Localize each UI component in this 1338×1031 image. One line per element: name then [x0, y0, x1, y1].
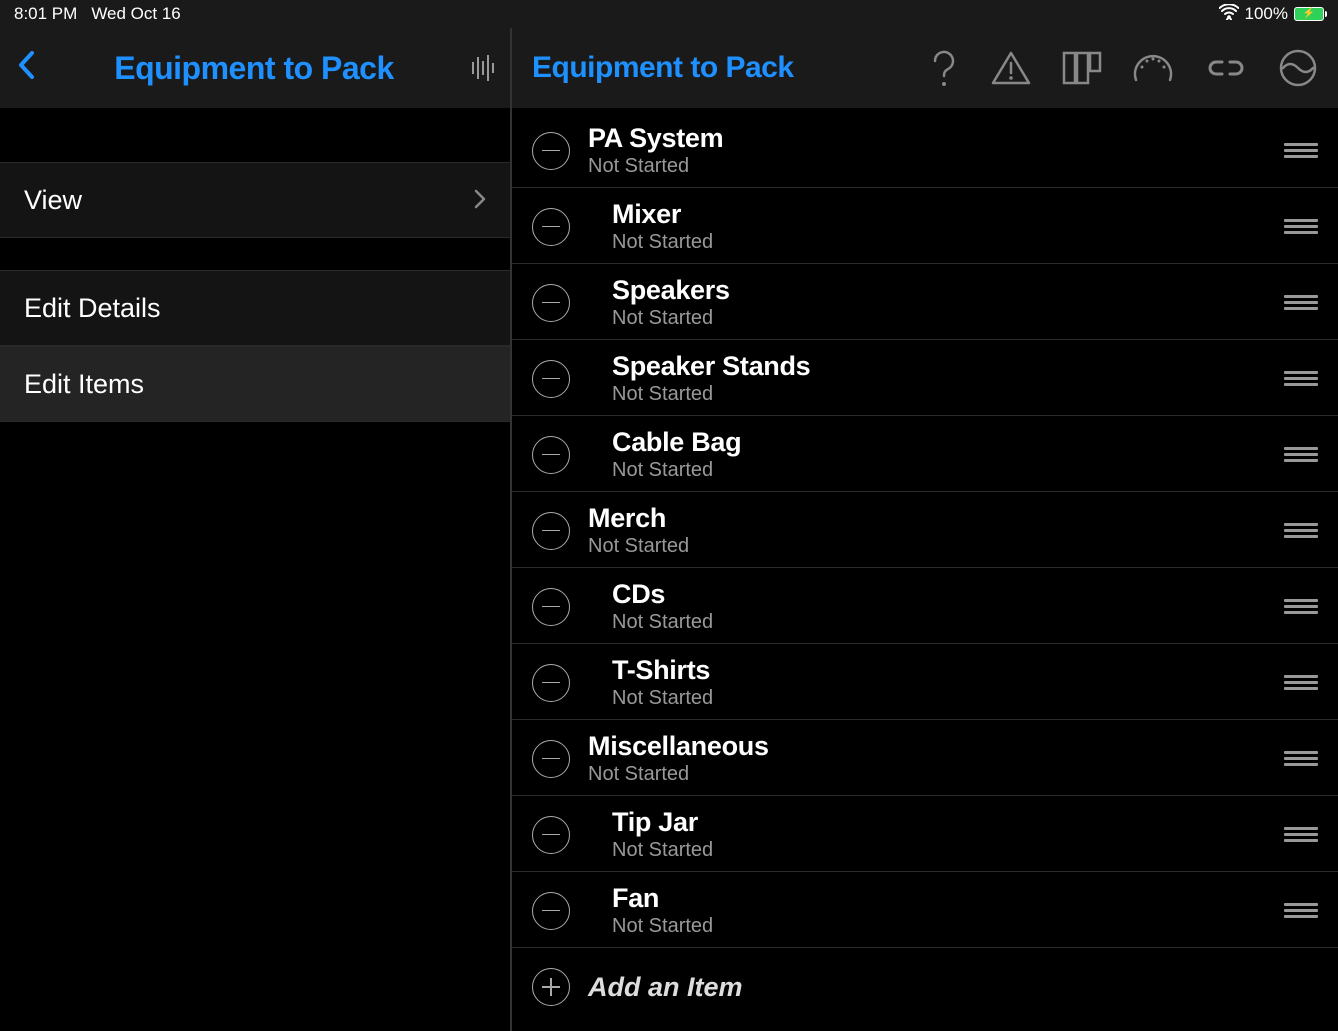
drag-handle-icon[interactable]	[1284, 669, 1318, 696]
item-status: Not Started	[588, 155, 1284, 178]
item-text: MerchNot Started	[588, 503, 1284, 557]
remove-icon[interactable]	[532, 208, 570, 246]
menu-label: Edit Items	[24, 369, 144, 400]
item-title: Tip Jar	[612, 807, 1284, 838]
drag-handle-icon[interactable]	[1284, 137, 1318, 164]
list-item[interactable]: SpeakersNot Started	[512, 264, 1338, 340]
remove-icon[interactable]	[532, 892, 570, 930]
item-text: SpeakersNot Started	[612, 275, 1284, 329]
sidebar-pane: Equipment to Pack View Edit Details Edit…	[0, 28, 512, 1031]
sidebar-header: Equipment to Pack	[0, 28, 510, 108]
list-item[interactable]: Tip JarNot Started	[512, 796, 1338, 872]
status-time: 8:01 PM	[14, 4, 77, 24]
spacer	[0, 108, 510, 162]
drag-handle-icon[interactable]	[1284, 897, 1318, 924]
drag-handle-icon[interactable]	[1284, 365, 1318, 392]
item-title: T-Shirts	[612, 655, 1284, 686]
item-status: Not Started	[612, 915, 1284, 938]
list-item[interactable]: CDsNot Started	[512, 568, 1338, 644]
item-text: PA SystemNot Started	[588, 123, 1284, 177]
item-text: T-ShirtsNot Started	[612, 655, 1284, 709]
status-battery-pct: 100%	[1245, 4, 1288, 24]
item-text: MiscellaneousNot Started	[588, 731, 1284, 785]
item-text: Speaker StandsNot Started	[612, 351, 1284, 405]
item-title: Speakers	[612, 275, 1284, 306]
status-bar: 8:01 PM Wed Oct 16 100% ⚡	[0, 0, 1338, 28]
battery-icon: ⚡	[1294, 7, 1324, 21]
chevron-right-icon	[474, 185, 486, 216]
remove-icon[interactable]	[532, 132, 570, 170]
remove-icon[interactable]	[532, 436, 570, 474]
item-title: Fan	[612, 883, 1284, 914]
item-status: Not Started	[612, 307, 1284, 330]
detail-title: Equipment to Pack	[532, 51, 898, 85]
menu-item-edit-items[interactable]: Edit Items	[0, 346, 510, 422]
list-item[interactable]: MiscellaneousNot Started	[512, 720, 1338, 796]
menu-label: Edit Details	[24, 293, 161, 324]
sync-icon[interactable]	[1278, 48, 1318, 88]
wifi-icon	[1219, 4, 1239, 25]
item-status: Not Started	[612, 459, 1284, 482]
columns-icon[interactable]	[1062, 51, 1102, 85]
item-text: CDsNot Started	[612, 579, 1284, 633]
remove-icon[interactable]	[532, 816, 570, 854]
list-item[interactable]: Cable BagNot Started	[512, 416, 1338, 492]
item-status: Not Started	[612, 687, 1284, 710]
list-item[interactable]: T-ShirtsNot Started	[512, 644, 1338, 720]
help-icon[interactable]	[928, 48, 960, 88]
drag-handle-icon[interactable]	[1284, 593, 1318, 620]
audio-levels-icon[interactable]	[472, 55, 494, 81]
remove-icon[interactable]	[532, 740, 570, 778]
item-status: Not Started	[612, 611, 1284, 634]
drag-handle-icon[interactable]	[1284, 441, 1318, 468]
drag-handle-icon[interactable]	[1284, 821, 1318, 848]
link-icon[interactable]	[1204, 56, 1248, 80]
item-title: PA System	[588, 123, 1284, 154]
list-item[interactable]: FanNot Started	[512, 872, 1338, 948]
warning-icon[interactable]	[990, 49, 1032, 87]
remove-icon[interactable]	[532, 512, 570, 550]
detail-header: Equipment to Pack	[512, 28, 1338, 108]
spacer	[0, 238, 510, 270]
item-text: FanNot Started	[612, 883, 1284, 937]
item-list: PA SystemNot StartedMixerNot StartedSpea…	[512, 108, 1338, 1031]
sidebar-title: Equipment to Pack	[36, 50, 472, 87]
item-status: Not Started	[612, 383, 1284, 406]
item-title: Speaker Stands	[612, 351, 1284, 382]
item-title: Mixer	[612, 199, 1284, 230]
drag-handle-icon[interactable]	[1284, 289, 1318, 316]
drag-handle-icon[interactable]	[1284, 213, 1318, 240]
item-status: Not Started	[588, 763, 1284, 786]
add-item-label: Add an Item	[588, 972, 1318, 1003]
item-status: Not Started	[588, 535, 1284, 558]
item-title: Miscellaneous	[588, 731, 1284, 762]
menu-label: View	[24, 185, 82, 216]
status-date: Wed Oct 16	[91, 4, 180, 24]
item-title: CDs	[612, 579, 1284, 610]
remove-icon[interactable]	[532, 664, 570, 702]
drag-handle-icon[interactable]	[1284, 745, 1318, 772]
item-title: Cable Bag	[612, 427, 1284, 458]
item-status: Not Started	[612, 231, 1284, 254]
list-item[interactable]: Speaker StandsNot Started	[512, 340, 1338, 416]
item-title: Merch	[588, 503, 1284, 534]
item-text: Cable BagNot Started	[612, 427, 1284, 481]
remove-icon[interactable]	[532, 588, 570, 626]
list-item[interactable]: PA SystemNot Started	[512, 112, 1338, 188]
list-item[interactable]: MixerNot Started	[512, 188, 1338, 264]
detail-pane: Equipment to Pack PA SystemNot StartedM	[512, 28, 1338, 1031]
item-status: Not Started	[612, 839, 1284, 862]
item-text: MixerNot Started	[612, 199, 1284, 253]
item-text: Tip JarNot Started	[612, 807, 1284, 861]
gauge-icon[interactable]	[1132, 50, 1174, 86]
remove-icon[interactable]	[532, 360, 570, 398]
menu-item-edit-details[interactable]: Edit Details	[0, 270, 510, 346]
list-item[interactable]: MerchNot Started	[512, 492, 1338, 568]
add-icon[interactable]	[532, 968, 570, 1006]
menu-item-view[interactable]: View	[0, 162, 510, 238]
drag-handle-icon[interactable]	[1284, 517, 1318, 544]
back-button[interactable]	[16, 46, 36, 91]
add-item-row[interactable]: Add an Item	[512, 948, 1338, 1024]
remove-icon[interactable]	[532, 284, 570, 322]
